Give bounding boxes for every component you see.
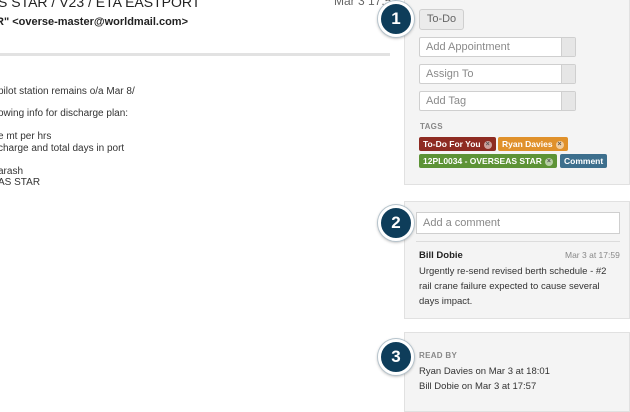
remove-tag-icon[interactable]: × xyxy=(555,141,564,149)
email-body-line: AS STAR xyxy=(0,177,41,188)
email-subject: S STAR / V23 / ETA EASTPORT xyxy=(0,0,201,10)
assign-to-select[interactable]: Assign To xyxy=(419,64,576,84)
tag-label: 12PL0034 - OVERSEAS STAR xyxy=(423,156,542,166)
comment-author: Bill Dobie xyxy=(419,250,463,261)
add-appointment-label: Add Appointment xyxy=(426,41,510,53)
tags-heading: TAGS xyxy=(420,122,443,131)
comment-timestamp: Mar 3 at 17:59 xyxy=(565,250,620,260)
email-body-line: owing info for discharge plan: xyxy=(0,108,129,119)
read-by-entry: Bill Dobie on Mar 3 at 17:57 xyxy=(419,381,537,392)
email-body-line: charge and total days in port xyxy=(0,143,125,154)
add-tag-select[interactable]: Add Tag xyxy=(419,91,576,111)
step-badge-2: 2 xyxy=(378,205,414,241)
step-badge-1: 1 xyxy=(378,1,414,37)
tag-shipment[interactable]: 12PL0034 - OVERSEAS STAR × xyxy=(419,154,557,168)
chevron-down-icon xyxy=(561,38,575,56)
tag-label: Comment xyxy=(564,156,604,166)
email-divider xyxy=(0,53,390,56)
read-by-heading: READ BY xyxy=(419,351,458,360)
email-body-line: arash xyxy=(0,166,24,177)
tag-todo-for-you[interactable]: To-Do For You × xyxy=(419,137,496,151)
email-from: R" <overse-master@worldmail.com> xyxy=(0,16,189,28)
tag-comment[interactable]: Comment xyxy=(560,154,608,168)
add-tag-label: Add Tag xyxy=(426,95,467,107)
comment-input[interactable]: Add a comment xyxy=(416,212,620,234)
read-by-entry: Ryan Davies on Mar 3 at 18:01 xyxy=(419,366,550,377)
add-appointment-select[interactable]: Add Appointment xyxy=(419,37,576,57)
chevron-down-icon xyxy=(561,65,575,83)
comment-divider xyxy=(416,241,620,242)
tag-ryan-davies[interactable]: Ryan Davies × xyxy=(498,137,568,151)
tag-label: To-Do For You xyxy=(423,139,481,149)
email-body-line: e mt per hrs xyxy=(0,131,52,142)
assign-to-label: Assign To xyxy=(426,68,474,80)
email-body-line: pilot station remains o/a Mar 8/ xyxy=(0,86,135,97)
chevron-down-icon xyxy=(561,92,575,110)
tag-label: Ryan Davies xyxy=(502,139,553,149)
remove-tag-icon[interactable]: × xyxy=(544,158,553,166)
comment-text: Urgently re-send revised berth schedule … xyxy=(419,266,607,307)
step-badge-3: 3 xyxy=(378,339,414,375)
remove-tag-icon[interactable]: × xyxy=(483,141,492,149)
todo-button[interactable]: To-Do xyxy=(419,9,464,30)
